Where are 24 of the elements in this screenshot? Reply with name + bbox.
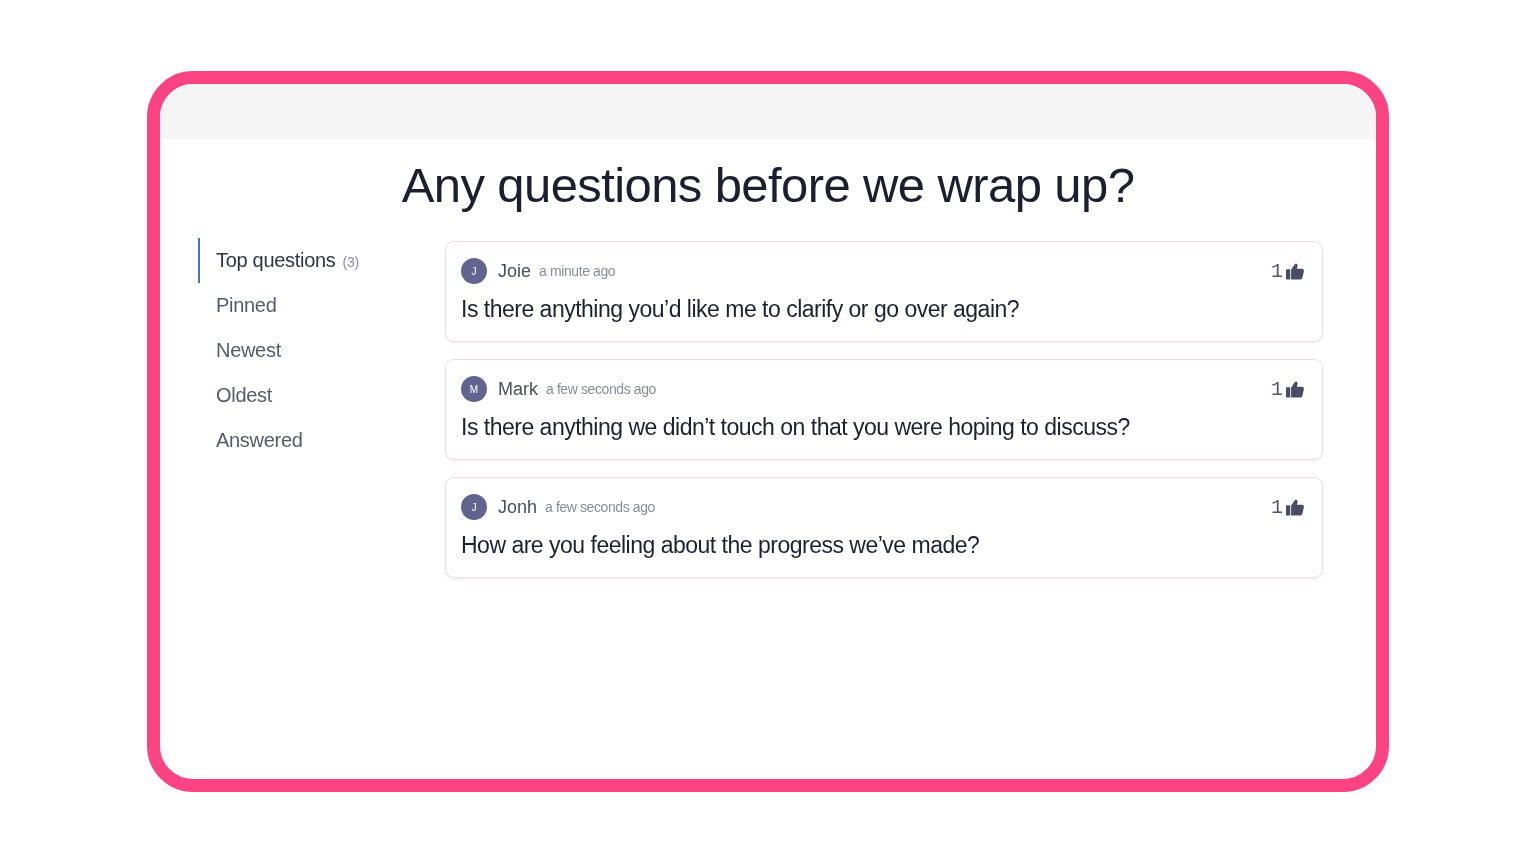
thumbs-up-icon [1286, 498, 1304, 516]
author-name: Mark [498, 378, 538, 400]
question-text: Is there anything you’d like me to clarify or go over again? [461, 295, 1021, 324]
question-text: How are you feeling about the progress we’ve made? [461, 531, 981, 560]
filter-tab[interactable]: Oldest [198, 373, 272, 418]
question-text: Is there anything we didn’t touch on that you were hoping to discuss? [461, 413, 1131, 442]
filter-tab[interactable]: Answered [198, 418, 303, 463]
filter-tab[interactable]: Pinned [198, 283, 277, 328]
timestamp: a minute ago [539, 263, 616, 279]
slide-title: Any questions before we wrap up? [400, 157, 1136, 214]
thumbs-up-icon [1286, 380, 1304, 398]
avatar: M [461, 376, 487, 402]
avatar: J [461, 494, 487, 520]
timestamp: a few seconds ago [546, 381, 656, 397]
filter-tab[interactable]: Top questions (3) [198, 238, 359, 283]
author-name: Joie [498, 260, 532, 282]
avatar: J [461, 258, 487, 284]
like-button[interactable]: 1 [1271, 377, 1304, 401]
like-button[interactable]: 1 [1271, 259, 1304, 283]
filter-tab[interactable]: Newest [198, 328, 281, 373]
author-name: Jonh [498, 496, 538, 518]
thumbs-up-icon [1286, 262, 1304, 280]
like-button[interactable]: 1 [1271, 495, 1304, 519]
timestamp: a few seconds ago [545, 499, 655, 515]
